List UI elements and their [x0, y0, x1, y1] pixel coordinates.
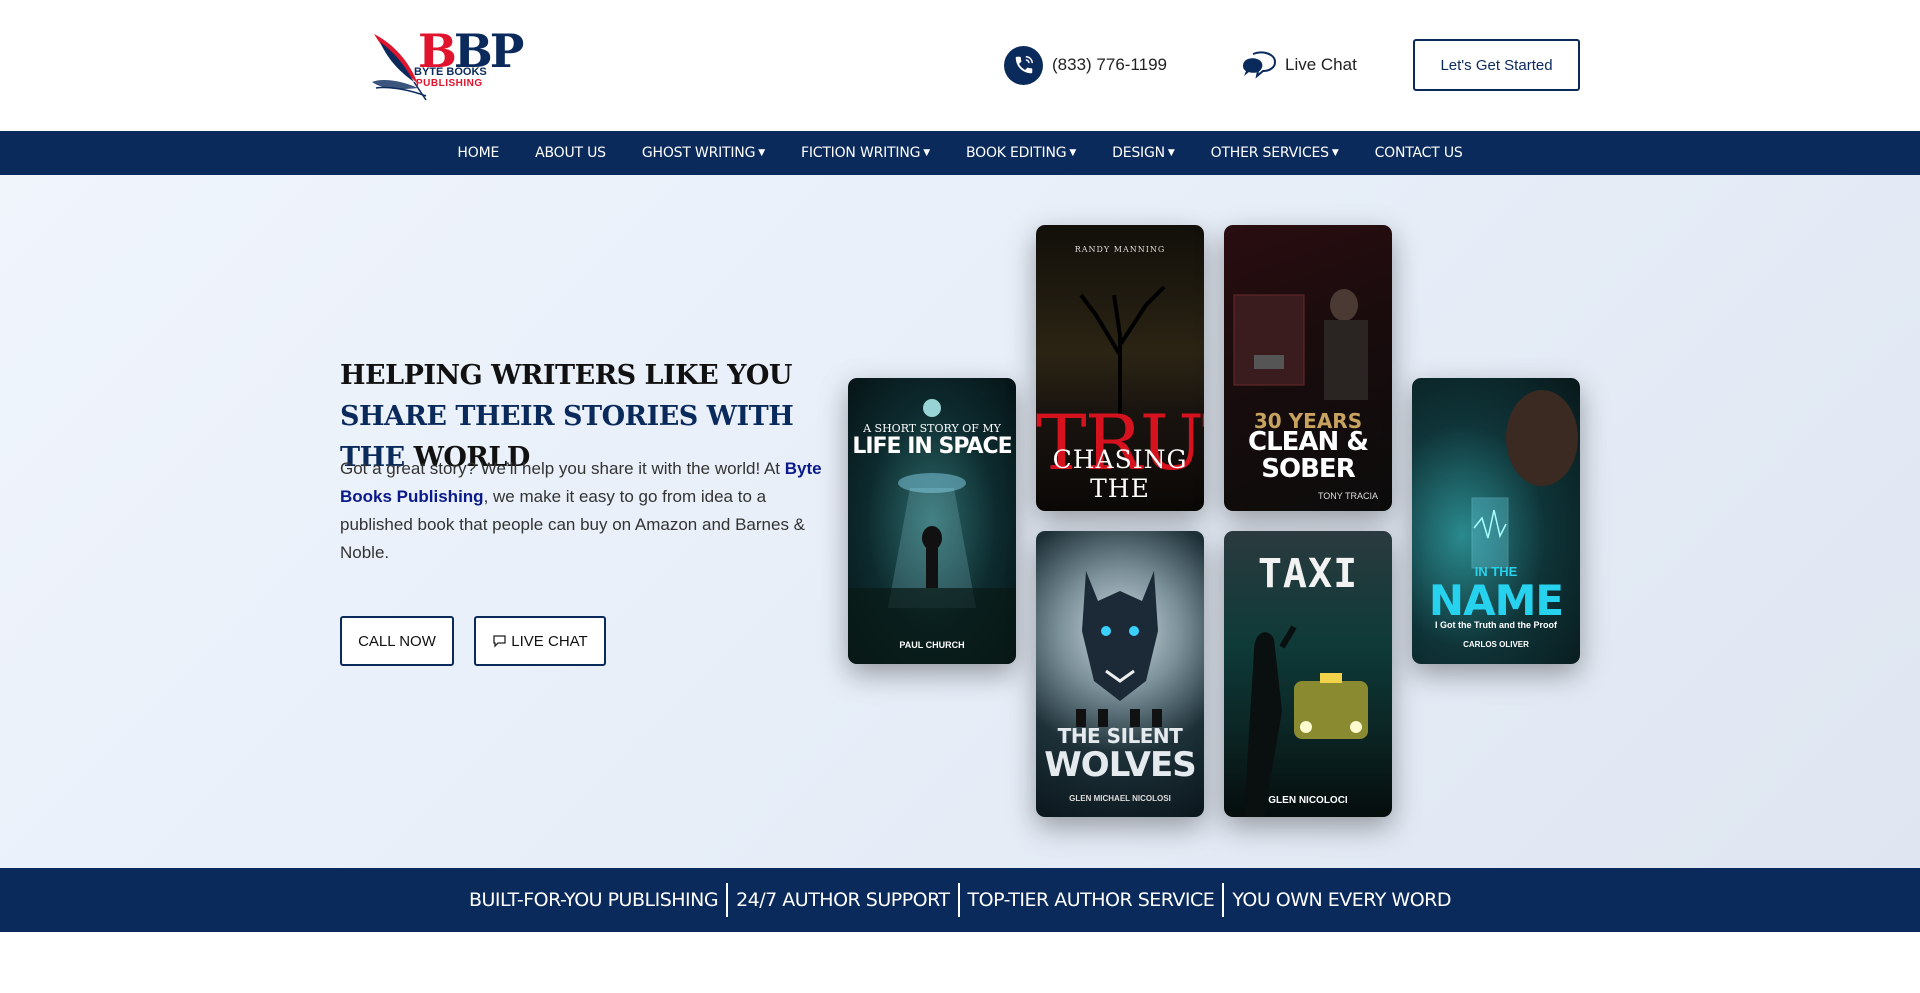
nav-item-label: CONTACT US — [1374, 145, 1463, 161]
live-chat-label: Live Chat — [1285, 55, 1357, 74]
nav-item-other-services[interactable]: OTHER SERVICES ▼ — [1211, 145, 1339, 161]
nav-item-design[interactable]: DESIGN ▼ — [1112, 145, 1175, 161]
book-cover-title: LIFE IN SPACE — [852, 434, 1012, 459]
feature-item: TOP-TIER AUTHOR SERVICE — [967, 889, 1215, 911]
book-cover-text: CHASING THE — [1052, 445, 1188, 503]
book-cover-in-the-name: IN THE NAME I Got the Truth and the Proo… — [1412, 378, 1580, 664]
chevron-down-icon: ▼ — [758, 148, 765, 158]
site-header: BBP BYTE BOOKS PUBLISHING (833) 776-1199… — [0, 0, 1920, 131]
chevron-down-icon: ▼ — [923, 148, 930, 158]
hero-description-text: Got a great story? We’ll help you share … — [340, 459, 785, 478]
book-cover-subtitle: I Got the Truth and the Proof — [1435, 620, 1557, 630]
feature-item: 24/7 AUTHOR SUPPORT — [736, 889, 950, 911]
nav-item-about-us[interactable]: ABOUT US — [535, 145, 606, 161]
book-cover-author: TONY TRACIA — [1317, 491, 1378, 501]
book-cover-title: NAME — [1428, 576, 1564, 625]
book-cover-title-line: SOBER — [1261, 454, 1355, 484]
live-chat-link[interactable]: Live Chat — [1241, 48, 1357, 82]
nav-item-home[interactable]: HOME — [457, 145, 499, 161]
nav-item-ghost-writing[interactable]: GHOST WRITING ▼ — [642, 145, 765, 161]
call-now-button[interactable]: CALL NOW — [340, 616, 454, 666]
book-cover-title: WOLVES — [1044, 745, 1196, 785]
feature-item: YOU OWN EVERY WORD — [1232, 889, 1451, 911]
phone-icon — [1004, 45, 1043, 85]
chevron-down-icon: ▼ — [1069, 148, 1077, 158]
chevron-down-icon: ▼ — [1331, 148, 1339, 158]
book-cover-text: THE SILENT — [1057, 724, 1183, 748]
nav-item-book-editing[interactable]: BOOK EDITING ▼ — [966, 145, 1076, 161]
logo-line-1: BYTE BOOKS — [414, 66, 487, 78]
main-nav: HOME ABOUT US GHOST WRITING ▼ FICTION WRI… — [0, 131, 1920, 175]
book-cover-30-years-clean-sober: 30 YEARS CLEAN & SOBER TONY TRACIA — [1224, 225, 1392, 511]
book-cover-the-silent-wolves: THE SILENT WOLVES GLEN MICHAEL NICOLOSI — [1036, 531, 1204, 817]
feature-item: BUILT-FOR-YOU PUBLISHING — [468, 889, 719, 911]
phone-number: (833) 776-1199 — [1052, 55, 1167, 74]
live-chat-button[interactable]: LIVE CHAT — [474, 616, 606, 666]
nav-item-label: GHOST WRITING — [641, 145, 756, 161]
book-cover-title: TAXI — [1257, 551, 1359, 597]
nav-item-label: BOOK EDITING — [966, 145, 1067, 161]
nav-item-label: HOME — [457, 145, 500, 161]
hero-title-part-1: HELPING WRITERS LIKE YOU — [340, 360, 792, 391]
lets-get-started-button[interactable]: Let's Get Started — [1413, 39, 1580, 91]
hero-section: HELPING WRITERS LIKE YOU SHARE THEIR STO… — [0, 175, 1920, 868]
book-cover-taxi: TAXI GLEN NICOLOCI — [1224, 531, 1392, 817]
book-cover-life-in-space: A SHORT STORY OF MY LIFE IN SPACE PAUL C… — [848, 378, 1016, 664]
book-cover-title-line: CLEAN & — [1247, 427, 1369, 457]
site-logo[interactable]: BBP BYTE BOOKS PUBLISHING — [370, 28, 524, 106]
logo-line-2: PUBLISHING — [416, 78, 483, 89]
book-cover-author: GLEN NICOLOCI — [1268, 795, 1348, 806]
chat-bubbles-icon — [1243, 51, 1277, 79]
nav-item-label: ABOUT US — [535, 145, 606, 161]
nav-item-label: DESIGN — [1112, 145, 1165, 161]
book-cover-chasing-the-truth: RANDY MANNING TRUTH CHASING THE — [1036, 225, 1204, 511]
ufo-scene-illustration — [848, 399, 1016, 664]
nav-item-label: OTHER SERVICES — [1210, 145, 1329, 161]
chevron-down-icon: ▼ — [1167, 148, 1175, 158]
book-cover-author: RANDY MANNING — [1074, 245, 1166, 254]
phone-link[interactable]: (833) 776-1199 — [1004, 45, 1167, 85]
nav-item-contact-us[interactable]: CONTACT US — [1375, 145, 1463, 161]
live-chat-button-label: LIVE CHAT — [511, 632, 588, 650]
book-cover-author: GLEN MICHAEL NICOLOSI — [1069, 794, 1171, 803]
chat-bubble-icon — [492, 634, 507, 648]
nav-item-label: FICTION WRITING — [800, 145, 921, 161]
book-cover-author: PAUL CHURCH — [899, 640, 965, 650]
book-cover-title: CLEAN & SOBER — [1224, 429, 1392, 483]
hero-description: Got a great story? We’ll help you share … — [340, 455, 830, 567]
nav-item-fiction-writing[interactable]: FICTION WRITING ▼ — [801, 145, 930, 161]
features-band: BUILT-FOR-YOU PUBLISHING 24/7 AUTHOR SUP… — [0, 868, 1920, 932]
book-cover-author: CARLOS OLIVER — [1463, 640, 1529, 649]
